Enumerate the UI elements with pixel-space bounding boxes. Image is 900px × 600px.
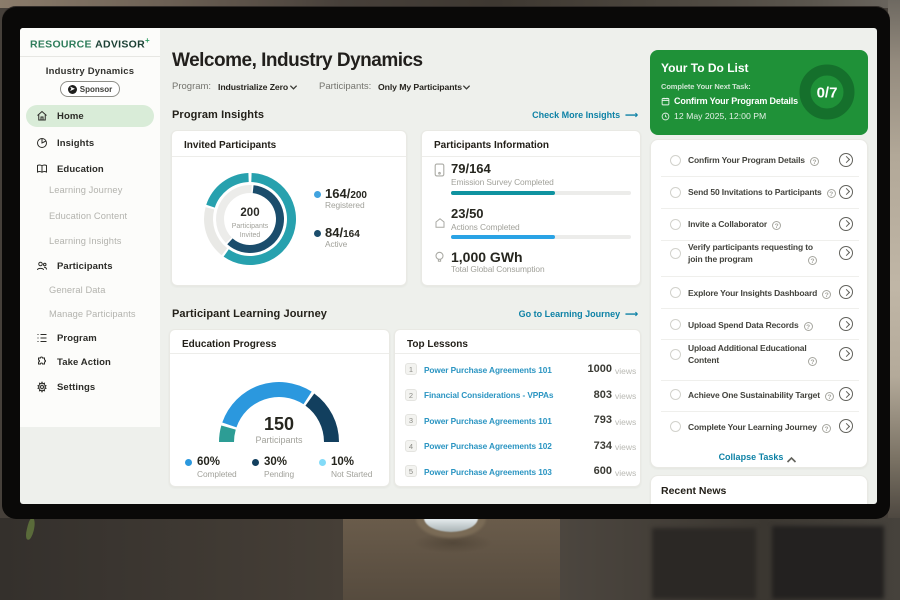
svg-text:0/7: 0/7 <box>817 85 838 102</box>
svg-text:Participants: Participants <box>232 223 269 230</box>
svg-text:200: 200 <box>240 207 259 219</box>
svg-text:Invited: Invited <box>240 232 261 239</box>
